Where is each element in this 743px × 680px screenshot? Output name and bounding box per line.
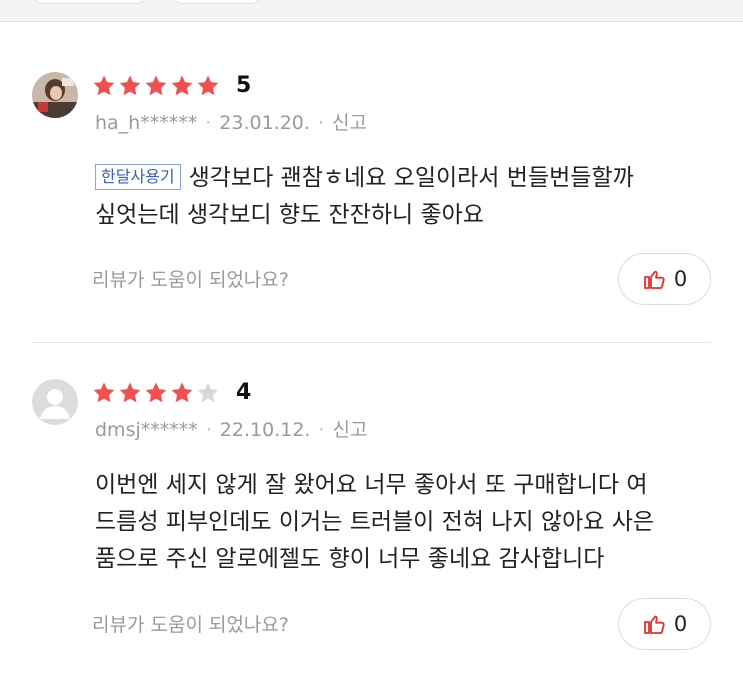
rating-value: 5	[236, 73, 252, 98]
separator-dot: ·	[318, 419, 325, 441]
report-link[interactable]: 신고	[332, 111, 367, 135]
star-filled-icon	[145, 382, 167, 403]
star-filled-icon	[119, 75, 141, 96]
rating-value: 4	[236, 380, 252, 405]
star-filled-icon	[197, 75, 219, 96]
review-text-line: 드름성 피부인데도 이거는 트러블이 전혀 나지 않아요 사은	[95, 509, 655, 535]
separator-dot: ·	[317, 112, 324, 134]
review-page: 5 ha_h****** · 23.01.20. · 신고 한달사용기 생각보다 괜참ㅎ네…	[0, 0, 743, 680]
helpful-question: 리뷰가 도움이 되었나요?	[92, 614, 289, 636]
review-meta: ha_h****** · 23.01.20. · 신고	[95, 111, 367, 135]
review-text-line: 이번엔 세지 않게 잘 왔어요 너무 좋아서 또 구매합니다 여	[95, 472, 648, 498]
star-rating	[92, 74, 220, 98]
filter-chip-right[interactable]	[172, 0, 262, 4]
review-text-line: 한달사용기 생각보다 괜참ㅎ네요 오일이라서 번들번들할까	[95, 160, 705, 197]
star-filled-icon	[171, 75, 193, 96]
review-text-line: 품으로 주신 알로에젤도 향이 너무 좋네요 감사합니다	[95, 546, 605, 572]
review-date: 22.10.12.	[219, 419, 311, 441]
like-button[interactable]: 0	[618, 253, 711, 305]
helpful-question: 리뷰가 도움이 되었나요?	[92, 269, 289, 291]
star-empty-icon	[197, 382, 219, 403]
review-meta: dmsj****** · 22.10.12. · 신고	[95, 418, 367, 442]
star-filled-icon	[171, 382, 193, 403]
star-rating	[92, 381, 220, 405]
star-filled-icon	[145, 75, 167, 96]
username: ha_h******	[95, 112, 198, 134]
user-photo-avatar[interactable]	[32, 72, 78, 118]
review-text: 한달사용기 생각보다 괜참ㅎ네요 오일이라서 번들번들할까 싶엇는데 생각보디 향…	[95, 160, 705, 234]
separator-dot: ·	[205, 419, 212, 441]
default-user-avatar[interactable]	[32, 379, 78, 425]
like-button[interactable]: 0	[618, 598, 711, 650]
review-divider	[32, 342, 711, 343]
like-count: 0	[673, 612, 688, 636]
thumbs-up-icon	[643, 270, 665, 289]
top-filter-bar	[0, 0, 743, 22]
report-link[interactable]: 신고	[333, 418, 368, 442]
username: dmsj******	[95, 419, 198, 441]
review-text: 이번엔 세지 않게 잘 왔어요 너무 좋아서 또 구매합니다 여 드름성 피부인…	[95, 467, 705, 578]
star-filled-icon	[93, 382, 115, 403]
thumbs-up-icon	[643, 615, 665, 634]
star-filled-icon	[119, 382, 141, 403]
review-text-segment: 생각보다 괜참ㅎ네요 오일이라서 번들번들할까	[188, 165, 634, 191]
star-filled-icon	[93, 75, 115, 96]
usage-period-tag: 한달사용기	[95, 164, 181, 190]
separator-dot: ·	[205, 112, 212, 134]
review-text-line: 싶엇는데 생각보디 향도 잔잔하니 좋아요	[95, 202, 484, 228]
review-date: 23.01.20.	[219, 112, 310, 134]
filter-chip-left[interactable]	[32, 0, 147, 4]
like-count: 0	[673, 267, 688, 291]
